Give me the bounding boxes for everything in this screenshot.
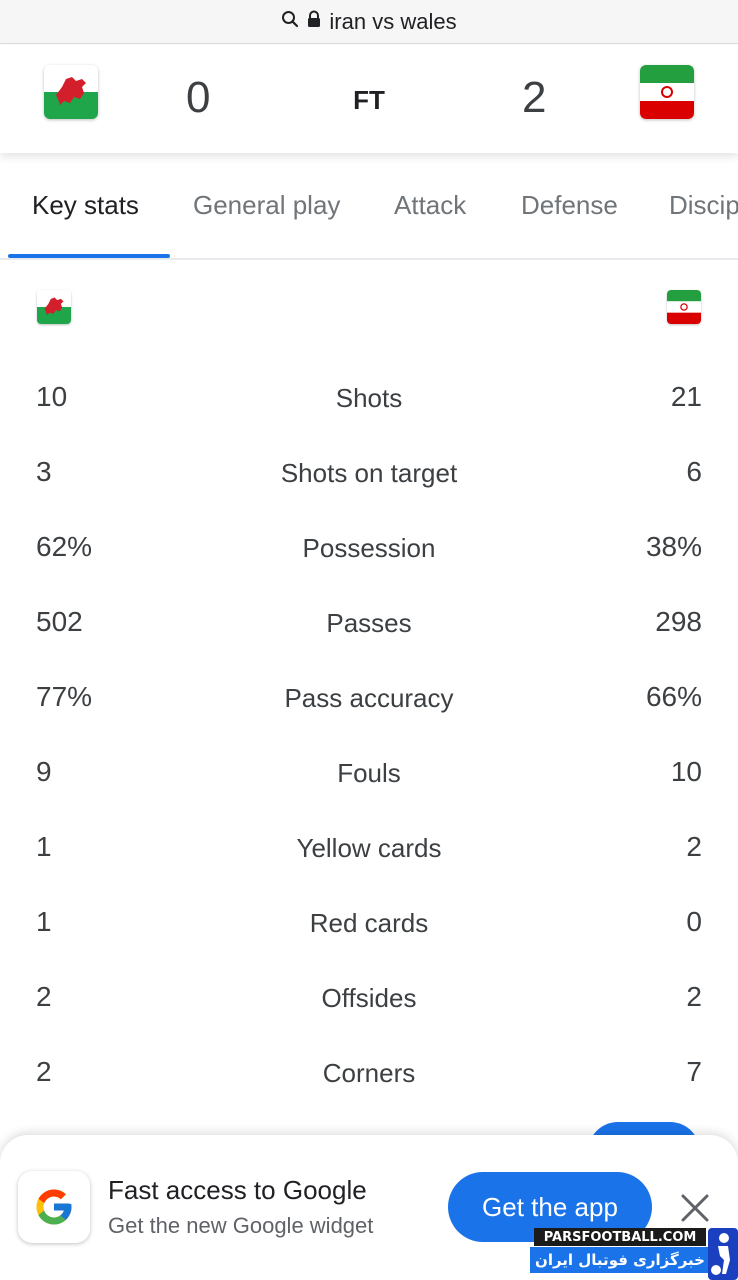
stat-label: Red cards	[309, 908, 429, 938]
stat-row: 9 Fouls 10	[0, 756, 738, 796]
away-stat-value: 2	[686, 981, 702, 1012]
promo-title: Fast access to Google	[108, 1175, 367, 1205]
away-stat-value: 66%	[645, 681, 702, 712]
parsfootball-logo-icon	[708, 1228, 738, 1280]
google-g-icon	[18, 1171, 90, 1243]
promo-subtitle: Get the new Google widget	[108, 1213, 374, 1238]
address-bar[interactable]: iran vs wales	[0, 0, 738, 44]
tab-discipline[interactable]: Discip	[669, 190, 738, 221]
iran-flag-icon	[640, 65, 694, 119]
stat-row: 1 Red cards 0	[0, 906, 738, 946]
stat-row: 2 Corners 7	[0, 1056, 738, 1096]
iran-flag-icon	[667, 290, 701, 324]
stat-row: 2 Offsides 2	[0, 981, 738, 1021]
stat-row: 1 Yellow cards 2	[0, 831, 738, 871]
stat-label: Shots on target	[280, 458, 458, 488]
watermark-tagline: خبرگزاری فوتبال ایران	[530, 1247, 710, 1273]
away-stat-value: 21	[670, 381, 702, 412]
tab-key-stats[interactable]: Key stats	[32, 190, 139, 221]
lock-icon	[307, 10, 321, 33]
stat-row: 62% Possession 38%	[0, 531, 738, 571]
stat-row: 10 Shots 21	[0, 381, 738, 421]
stat-label: Possession	[302, 533, 436, 563]
stat-label: Offsides	[321, 983, 417, 1013]
away-stat-value: 298	[655, 606, 702, 637]
wales-flag-icon	[44, 65, 98, 119]
stats-tabs: Key stats General play Attack Defense Di…	[0, 160, 738, 260]
tab-attack[interactable]: Attack	[394, 190, 466, 221]
away-score: 2	[522, 73, 547, 122]
tab-general-play[interactable]: General play	[193, 190, 340, 221]
stat-label: Fouls	[337, 758, 401, 788]
stat-label: Corners	[322, 1058, 416, 1088]
away-stat-value: 6	[686, 456, 702, 487]
away-stat-value: 2	[686, 831, 702, 862]
parsfootball-watermark: PARSFOOTBALL.COM خبرگزاری فوتبال ایران	[530, 1228, 738, 1280]
scorecard: 0 FT 2	[0, 45, 738, 153]
stat-row: 77% Pass accuracy 66%	[0, 681, 738, 721]
url-text: iran vs wales	[329, 8, 457, 34]
stat-row: 502 Passes 298	[0, 606, 738, 646]
close-icon[interactable]	[676, 1189, 714, 1227]
stat-label: Passes	[326, 608, 412, 638]
tab-defense[interactable]: Defense	[521, 190, 618, 221]
away-stat-value: 10	[670, 756, 702, 787]
match-status: FT	[353, 85, 385, 115]
active-tab-indicator	[8, 254, 170, 258]
stat-label: Yellow cards	[296, 833, 442, 863]
stat-label: Pass accuracy	[284, 683, 454, 713]
away-stat-value: 7	[686, 1056, 702, 1087]
stat-label: Shots	[335, 383, 403, 413]
watermark-site: PARSFOOTBALL.COM	[534, 1228, 706, 1246]
home-score: 0	[186, 73, 211, 122]
away-stat-value: 0	[686, 906, 702, 937]
search-icon	[281, 10, 299, 33]
away-stat-value: 38%	[645, 531, 702, 562]
wales-flag-icon	[37, 290, 71, 324]
stat-row: 3 Shots on target 6	[0, 456, 738, 496]
